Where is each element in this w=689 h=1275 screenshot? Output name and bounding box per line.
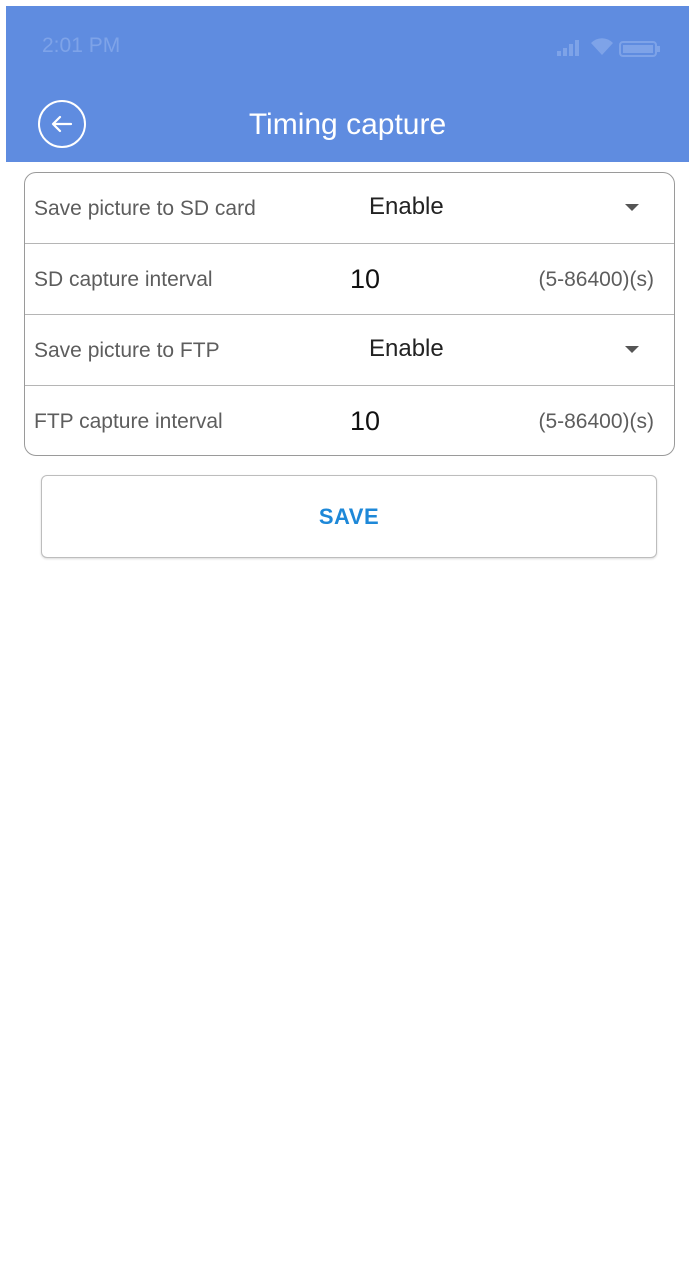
ftp-save-row: Save picture to FTP Enable	[25, 315, 674, 386]
sd-save-label: Save picture to SD card	[34, 197, 256, 220]
ftp-save-value[interactable]: Enable	[369, 335, 444, 363]
sd-interval-label: SD capture interval	[34, 268, 213, 291]
dropdown-arrow-icon[interactable]	[625, 204, 639, 211]
ftp-save-label: Save picture to FTP	[34, 339, 220, 362]
ftp-interval-label: FTP capture interval	[34, 410, 223, 433]
ftp-interval-input[interactable]: 10	[350, 406, 490, 437]
save-button[interactable]: SAVE	[41, 475, 657, 558]
settings-card: Save picture to SD card Enable SD captur…	[24, 172, 675, 456]
status-icons	[557, 36, 667, 60]
sd-interval-input[interactable]: 10	[350, 264, 490, 295]
timing-capture-screen: 2:01 PM Timing capture Save picture to S…	[0, 0, 689, 1275]
signal-icon	[557, 40, 579, 56]
ftp-interval-row: FTP capture interval 10 (5-86400)(s)	[25, 386, 674, 455]
status-bar: 2:01 PM	[6, 6, 689, 76]
page-title: Timing capture	[248, 108, 447, 141]
battery-icon	[619, 41, 660, 57]
status-time: 2:01 PM	[42, 34, 121, 57]
sd-interval-row: SD capture interval 10 (5-86400)(s)	[25, 244, 674, 315]
title-bar: Timing capture	[6, 78, 689, 162]
wifi-icon	[591, 38, 613, 55]
dropdown-arrow-icon[interactable]	[625, 346, 639, 353]
header: 2:01 PM Timing capture	[6, 6, 689, 162]
sd-interval-range-hint: (5-86400)(s)	[538, 268, 654, 291]
ftp-interval-range-hint: (5-86400)(s)	[538, 410, 654, 433]
sd-save-value[interactable]: Enable	[369, 193, 444, 221]
sd-save-row: Save picture to SD card Enable	[25, 173, 674, 244]
